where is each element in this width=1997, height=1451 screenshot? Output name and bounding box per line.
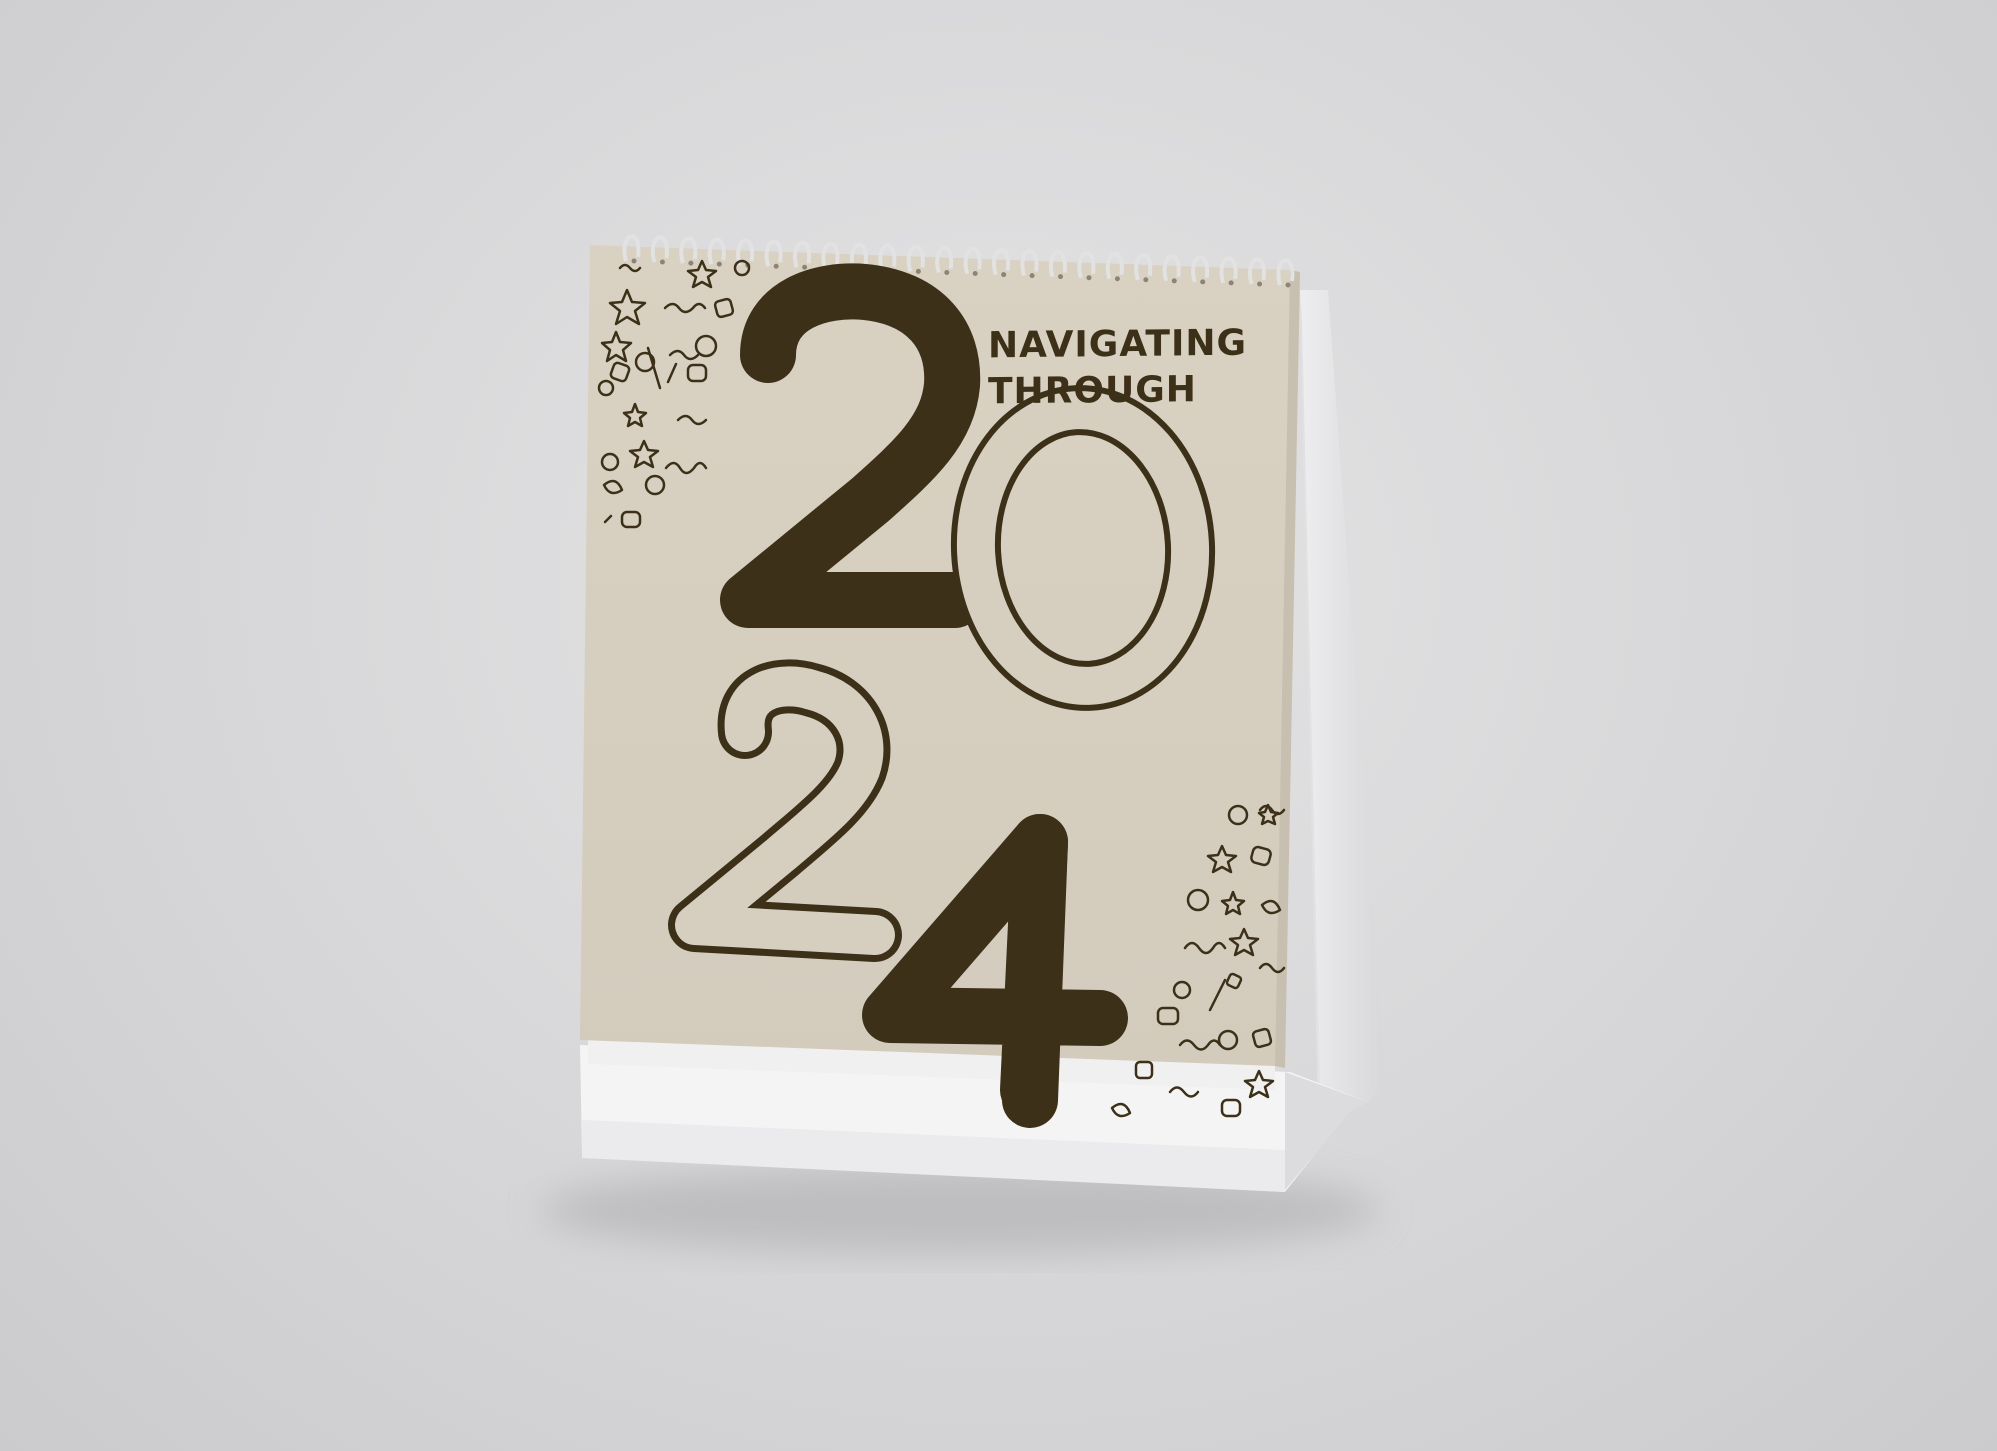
binding-hole (659, 259, 665, 265)
binding-hole (915, 268, 921, 274)
calendar-stand-back (1300, 290, 1385, 1110)
binding-hole (1171, 278, 1177, 284)
binding-hole (1058, 274, 1064, 280)
binding-hole (1285, 282, 1291, 288)
binding-hole (1029, 273, 1035, 279)
binding-hole (1228, 280, 1234, 286)
binding-hole (716, 261, 722, 267)
binding-hole (1114, 276, 1120, 282)
binding-hole (631, 258, 637, 264)
calendar-illustration (540, 234, 1385, 1255)
cover-title-line2: THROUGH (988, 369, 1197, 413)
cover-title-line1: NAVIGATING (988, 322, 1248, 367)
cover-title: NAVIGATING THROUGH (988, 321, 1247, 416)
binding-hole (972, 271, 978, 277)
binding-hole (1200, 279, 1206, 285)
binding-hole (1086, 275, 1092, 281)
binding-hole (802, 264, 808, 270)
binding-hole (1143, 277, 1149, 283)
binding-hole (1001, 272, 1007, 278)
binding-hole (1257, 281, 1263, 287)
binding-hole (773, 263, 779, 269)
product-mockup-scene: NAVIGATING THROUGH (0, 0, 1997, 1451)
binding-hole (944, 269, 950, 275)
binding-hole (688, 260, 694, 266)
